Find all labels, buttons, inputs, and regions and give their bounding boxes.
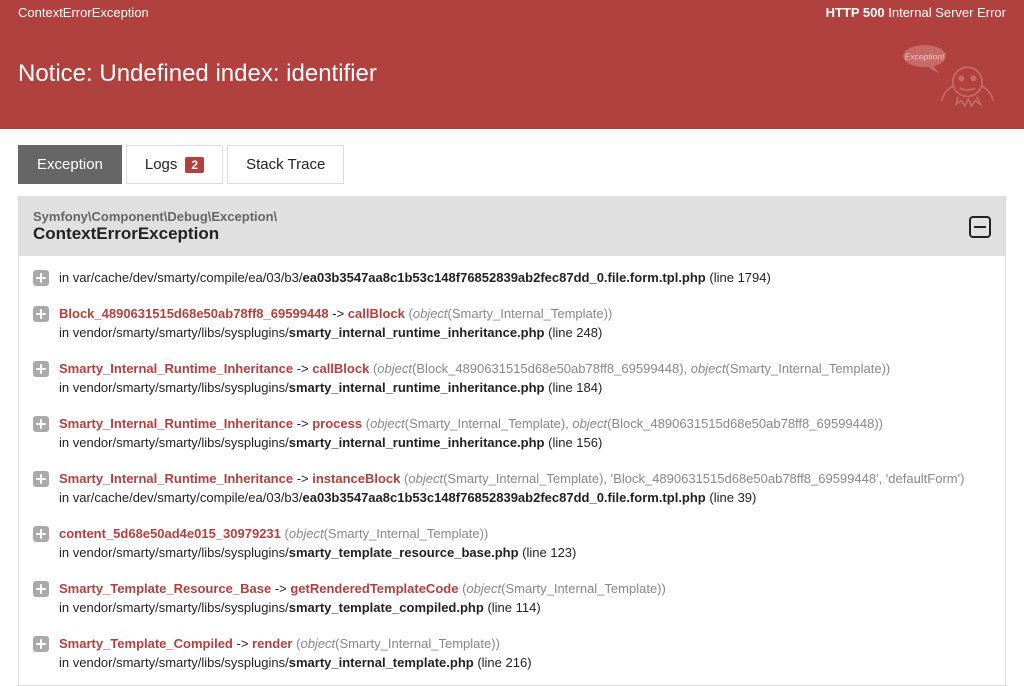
trace-body: Smarty_Internal_Runtime_Inheritance -> i… (59, 469, 991, 508)
trace-item: Smarty_Internal_Runtime_Inheritance -> p… (19, 406, 1005, 461)
trace-item: in var/cache/dev/smarty/compile/ea/03/b3… (19, 260, 1005, 296)
tab-stack-trace[interactable]: Stack Trace (227, 145, 344, 184)
trace-class: Smarty_Template_Compiled (59, 636, 233, 651)
trace-class: Smarty_Template_Resource_Base (59, 581, 271, 596)
panel-header[interactable]: Symfony\Component\Debug\Exception\ Conte… (19, 197, 1005, 256)
trace-body: Smarty_Template_Resource_Base -> getRend… (59, 579, 991, 618)
trace-args: (object(Smarty_Internal_Template), objec… (366, 416, 883, 431)
trace-item: Block_4890631515d68e50ab78ff8_69599448 -… (19, 296, 1005, 351)
trace-args: (object(Smarty_Internal_Template)) (462, 581, 666, 596)
trace-item: Smarty_Template_Compiled -> render (obje… (19, 626, 1005, 681)
trace-method: callBlock (312, 361, 369, 376)
trace-item: Smarty_Internal_Runtime_Inheritance -> c… (19, 351, 1005, 406)
trace-args: (object(Smarty_Internal_Template), 'Bloc… (404, 471, 964, 486)
error-header: ContextErrorException HTTP 500 Internal … (0, 0, 1024, 129)
trace-location: in vendor/smarty/smarty/libs/sysplugins/… (59, 655, 532, 670)
trace-body: Smarty_Internal_Runtime_Inheritance -> p… (59, 414, 991, 453)
trace-class: Block_4890631515d68e50ab78ff8_69599448 (59, 306, 329, 321)
logs-count-badge: 2 (185, 157, 204, 173)
trace-item: content_5d68e50ad4e015_30979231 (object(… (19, 516, 1005, 571)
tab-exception[interactable]: Exception (18, 145, 122, 184)
trace-item: Smarty_Internal_Runtime_Inheritance -> i… (19, 461, 1005, 516)
trace-location: in vendor/smarty/smarty/libs/sysplugins/… (59, 435, 602, 450)
trace-class: Smarty_Internal_Runtime_Inheritance (59, 416, 293, 431)
trace-location: in vendor/smarty/smarty/libs/sysplugins/… (59, 600, 541, 615)
exception-panel: Symfony\Component\Debug\Exception\ Conte… (18, 196, 1006, 686)
trace-location: in var/cache/dev/smarty/compile/ea/03/b3… (59, 270, 771, 285)
trace-args: (object(Block_4890631515d68e50ab78ff8_69… (373, 361, 890, 376)
trace-class: Smarty_Internal_Runtime_Inheritance (59, 471, 293, 486)
exception-classname: ContextErrorException (33, 224, 277, 244)
trace-item: Smarty_Template_Resource_Base -> getRend… (19, 571, 1005, 626)
expand-icon[interactable] (33, 636, 49, 652)
expand-icon[interactable] (33, 416, 49, 432)
trace-args: (object(Smarty_Internal_Template)) (409, 306, 613, 321)
trace-location: in vendor/smarty/smarty/libs/sysplugins/… (59, 380, 602, 395)
expand-icon[interactable] (33, 471, 49, 487)
trace-body: content_5d68e50ad4e015_30979231 (object(… (59, 524, 991, 563)
collapse-icon[interactable] (969, 216, 991, 238)
trace-body: Block_4890631515d68e50ab78ff8_69599448 -… (59, 304, 991, 343)
trace-args: (object(Smarty_Internal_Template)) (296, 636, 500, 651)
expand-icon[interactable] (33, 270, 49, 286)
expand-icon[interactable] (33, 306, 49, 322)
trace-location: in var/cache/dev/smarty/compile/ea/03/b3… (59, 490, 756, 505)
trace-body: Smarty_Template_Compiled -> render (obje… (59, 634, 991, 673)
trace-body: Smarty_Internal_Runtime_Inheritance -> c… (59, 359, 991, 398)
expand-icon[interactable] (33, 361, 49, 377)
trace-method: render (252, 636, 292, 651)
trace-method: callBlock (348, 306, 405, 321)
trace-method: instanceBlock (312, 471, 400, 486)
stack-trace-list: in var/cache/dev/smarty/compile/ea/03/b3… (19, 256, 1005, 685)
svg-text:Exception!: Exception! (905, 52, 946, 62)
trace-method: getRenderedTemplateCode (290, 581, 458, 596)
trace-method: process (312, 416, 362, 431)
trace-body: in var/cache/dev/smarty/compile/ea/03/b3… (59, 268, 991, 288)
page-title: Notice: Undefined index: identifier (18, 60, 377, 88)
exception-namespace: Symfony\Component\Debug\Exception\ (33, 209, 277, 224)
expand-icon[interactable] (33, 526, 49, 542)
http-status: HTTP 500 Internal Server Error (826, 5, 1006, 20)
trace-class: content_5d68e50ad4e015_30979231 (59, 526, 281, 541)
tab-logs[interactable]: Logs 2 (126, 145, 223, 184)
expand-icon[interactable] (33, 581, 49, 597)
trace-class: Smarty_Internal_Runtime_Inheritance (59, 361, 293, 376)
trace-location: in vendor/smarty/smarty/libs/sysplugins/… (59, 545, 576, 560)
trace-args: (object(Smarty_Internal_Template)) (285, 526, 489, 541)
trace-location: in vendor/smarty/smarty/libs/sysplugins/… (59, 325, 602, 340)
exception-short-name: ContextErrorException (18, 5, 149, 20)
tab-bar: Exception Logs 2 Stack Trace (0, 129, 1024, 184)
exception-ghost-icon: Exception! (886, 39, 1006, 109)
